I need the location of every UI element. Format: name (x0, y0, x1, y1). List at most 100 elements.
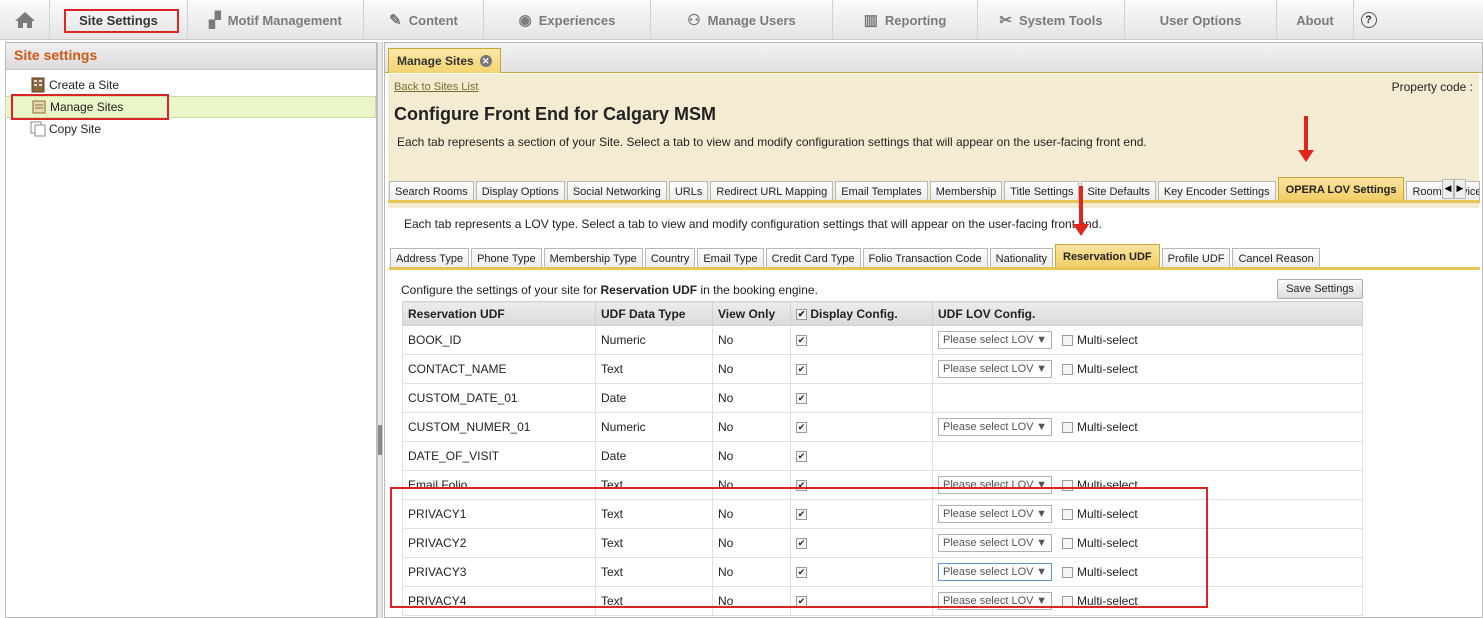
lov-select[interactable]: Please select LOV ▼ (938, 418, 1052, 436)
udf-name-cell: PRIVACY1 (402, 499, 596, 529)
lov-select[interactable]: Please select LOV ▼ (938, 360, 1052, 378)
display-config-checkbox[interactable]: ✔ (796, 567, 807, 579)
display-config-checkbox[interactable]: ✔ (796, 480, 807, 492)
multi-select-option[interactable]: Multi-select (1062, 333, 1138, 347)
nav-site-settings[interactable]: Site Settings (50, 0, 188, 40)
tab-membership[interactable]: Membership (929, 181, 1003, 201)
users-icon: ⚇ (687, 12, 701, 29)
view-only-cell: No (712, 557, 791, 587)
tab-manage-sites[interactable]: Manage Sites ✕ (388, 48, 501, 73)
nav-about[interactable]: About (1277, 0, 1354, 40)
display-config-checkbox[interactable]: ✔ (796, 422, 807, 434)
tab-profile-udf[interactable]: Profile UDF (1161, 248, 1231, 268)
col-header-label: Display Config. (810, 306, 898, 321)
tab-address-type[interactable]: Address Type (390, 248, 470, 268)
col-header-udf-lov-config: UDF LOV Config. (932, 301, 1363, 326)
help-button[interactable]: ? (1354, 0, 1383, 40)
tab-country[interactable]: Country (644, 248, 696, 268)
nav-system-tools[interactable]: ✂ System Tools (978, 0, 1125, 40)
udf-type-cell: Text (595, 499, 713, 529)
multi-select-option[interactable]: Multi-select (1062, 507, 1138, 521)
nav-motif-management[interactable]: ▞ Motif Management (188, 0, 364, 40)
nav-user-options[interactable]: User Options (1125, 0, 1277, 40)
section-tabs: Search Rooms Display Options Social Netw… (389, 177, 1482, 201)
tab-redirect-url-mapping[interactable]: Redirect URL Mapping (710, 181, 834, 201)
multi-select-option[interactable]: Multi-select (1062, 420, 1138, 434)
panel-splitter[interactable] (377, 42, 383, 618)
tab-credit-card-type[interactable]: Credit Card Type (765, 248, 861, 268)
display-config-checkbox[interactable]: ✔ (796, 596, 807, 608)
nav-reporting[interactable]: ▥ Reporting (833, 0, 978, 40)
tab-display-options[interactable]: Display Options (475, 181, 565, 201)
lov-select[interactable]: Please select LOV ▼ (938, 505, 1052, 523)
tab-nationality[interactable]: Nationality (989, 248, 1053, 268)
lov-select[interactable]: Please select LOV ▼ (938, 534, 1052, 552)
scroll-right-icon[interactable]: ▶ (1454, 179, 1466, 199)
sidebar-item-create-site[interactable]: Create a Site (5, 74, 119, 96)
nav-label: Manage Users (707, 12, 796, 28)
tab-email-templates[interactable]: Email Templates (835, 181, 928, 201)
tab-folio-transaction-code[interactable]: Folio Transaction Code (862, 248, 988, 268)
lov-select-value: Please select LOV (943, 537, 1034, 549)
annotation-arrow-head (1298, 150, 1314, 162)
home-button[interactable] (0, 0, 50, 40)
multi-select-option[interactable]: Multi-select (1062, 478, 1138, 492)
close-icon[interactable]: ✕ (479, 55, 492, 67)
display-config-checkbox[interactable]: ✔ (796, 335, 807, 347)
scroll-left-icon[interactable]: ◀ (1442, 179, 1454, 199)
multi-select-option[interactable]: Multi-select (1062, 565, 1138, 579)
nav-manage-users[interactable]: ⚇ Manage Users (651, 0, 833, 40)
tab-site-defaults[interactable]: Site Defaults (1081, 181, 1156, 201)
lov-description: Each tab represents a LOV type. Select a… (404, 217, 1102, 231)
display-config-checkbox[interactable]: ✔ (796, 538, 807, 550)
tab-membership-type[interactable]: Membership Type (543, 248, 643, 268)
display-config-checkbox[interactable]: ✔ (796, 509, 807, 521)
multi-select-option[interactable]: Multi-select (1062, 362, 1138, 376)
udf-type-cell: Text (595, 354, 713, 384)
display-config-checkbox[interactable]: ✔ (796, 393, 807, 405)
multi-select-checkbox[interactable] (1062, 595, 1073, 607)
multi-select-checkbox[interactable] (1062, 334, 1073, 346)
lov-select[interactable]: Please select LOV ▼ (938, 592, 1052, 610)
view-only-cell: No (712, 586, 791, 616)
tab-phone-type[interactable]: Phone Type (471, 248, 542, 268)
tab-cancel-reason[interactable]: Cancel Reason (1232, 248, 1320, 268)
display-config-checkbox[interactable]: ✔ (796, 364, 807, 376)
back-to-sites-link[interactable]: Back to Sites List (394, 81, 478, 93)
tab-reservation-udf[interactable]: Reservation UDF (1055, 244, 1160, 268)
tab-search-rooms[interactable]: Search Rooms (389, 181, 474, 201)
tab-opera-lov-settings[interactable]: OPERA LOV Settings (1277, 177, 1405, 201)
lov-select[interactable]: Please select LOV ▼ (938, 476, 1052, 494)
table-header-row: Reservation UDF UDF Data Type View Only … (402, 301, 1363, 326)
tab-key-encoder-settings[interactable]: Key Encoder Settings (1157, 181, 1276, 201)
splitter-grip[interactable] (378, 425, 382, 455)
chevron-down-icon: ▼ (1036, 334, 1047, 346)
lov-select[interactable]: Please select LOV ▼ (938, 563, 1052, 581)
display-config-checkbox[interactable]: ✔ (796, 451, 807, 463)
tab-email-type[interactable]: Email Type (697, 248, 764, 268)
multi-select-checkbox[interactable] (1062, 566, 1073, 578)
multi-select-checkbox[interactable] (1062, 421, 1073, 433)
multi-select-checkbox[interactable] (1062, 537, 1073, 549)
page-title: Configure Front End for Calgary MSM (394, 104, 716, 124)
multi-select-checkbox[interactable] (1062, 363, 1073, 375)
sidebar-item-manage-sites[interactable]: Manage Sites (5, 96, 376, 118)
table-row: CUSTOM_DATE_01 Date No ✔ (402, 383, 1363, 413)
nav-content[interactable]: ✎ Content (364, 0, 484, 40)
udf-lov-config-cell (932, 441, 1363, 471)
sidebar-item-copy-site[interactable]: Copy Site (5, 118, 101, 140)
multi-select-checkbox[interactable] (1062, 508, 1073, 520)
multi-select-checkbox[interactable] (1062, 479, 1073, 491)
table-row: Email Folio Text No ✔ Please select LOV ▼… (402, 470, 1363, 500)
select-all-checkbox[interactable]: ✔ (796, 308, 807, 320)
udf-name-cell: BOOK_ID (402, 325, 596, 355)
display-config-cell: ✔ (790, 528, 933, 558)
multi-select-option[interactable]: Multi-select (1062, 536, 1138, 550)
nav-experiences[interactable]: ◉ Experiences (484, 0, 651, 40)
multi-select-option[interactable]: Multi-select (1062, 594, 1138, 608)
tab-title-settings[interactable]: Title Settings (1004, 181, 1080, 201)
save-settings-button[interactable]: Save Settings (1277, 279, 1363, 299)
tab-social-networking[interactable]: Social Networking (566, 181, 667, 201)
lov-select[interactable]: Please select LOV ▼ (938, 331, 1052, 349)
tab-urls[interactable]: URLs (668, 181, 709, 201)
